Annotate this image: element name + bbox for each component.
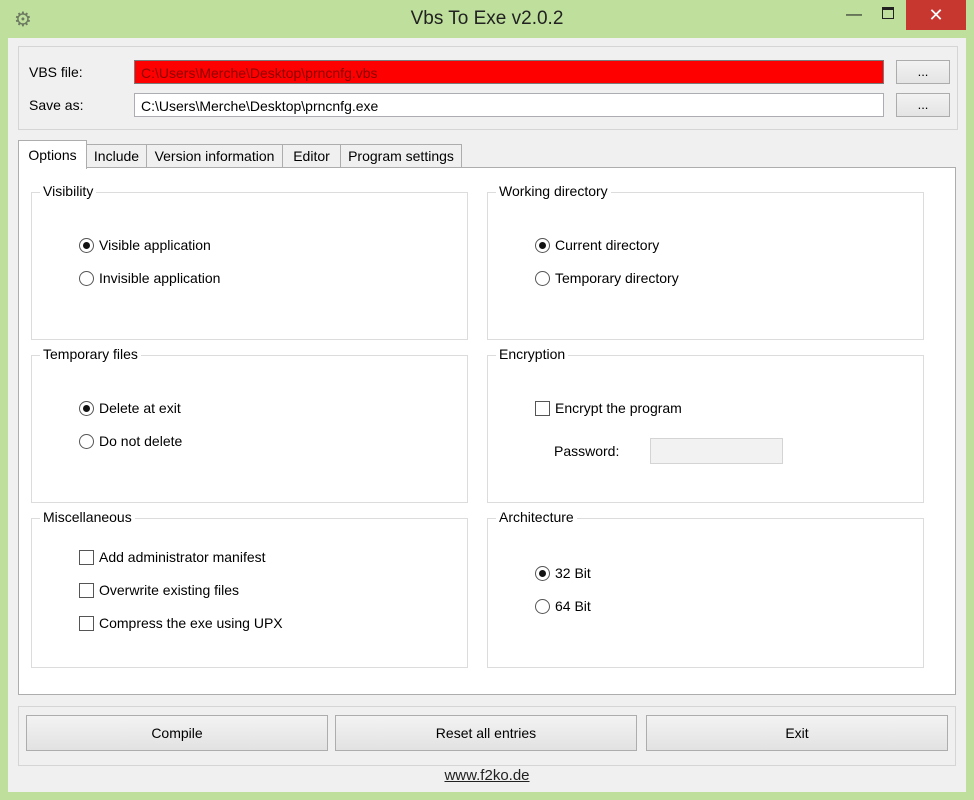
file-paths-panel: VBS file: C:\Users\Merche\Desktop\prncnf…: [18, 46, 958, 130]
password-input[interactable]: [650, 438, 783, 464]
group-title: Visibility: [40, 183, 97, 199]
radio-unselected[interactable]: [79, 434, 94, 449]
working-directory-group: Working directory Current directory Temp…: [487, 183, 924, 340]
group-title: Temporary files: [40, 346, 141, 362]
vbs-file-input[interactable]: C:\Users\Merche\Desktop\prncnfg.vbs: [134, 60, 884, 84]
minimize-button[interactable]: —: [836, 0, 872, 30]
tab-include[interactable]: Include: [86, 144, 147, 167]
tab-version-information[interactable]: Version information: [146, 144, 283, 167]
option-label: 64 Bit: [555, 598, 591, 614]
tab-options[interactable]: Options: [18, 140, 87, 169]
password-label: Password:: [554, 443, 620, 459]
vbs-file-label: VBS file:: [29, 64, 83, 80]
save-as-input[interactable]: C:\Users\Merche\Desktop\prncnfg.exe: [134, 93, 884, 117]
radio-unselected[interactable]: [79, 271, 94, 286]
group-title: Miscellaneous: [40, 509, 135, 525]
radio-selected[interactable]: [79, 401, 94, 416]
window-title: Vbs To Exe v2.0.2: [410, 8, 564, 29]
tab-editor[interactable]: Editor: [282, 144, 341, 167]
options-tab-panel: Visibility Visible application Invisible…: [18, 167, 956, 695]
browse-vbs-button[interactable]: ...: [896, 60, 950, 84]
exit-button[interactable]: Exit: [646, 715, 948, 751]
window-client-area: VBS file: C:\Users\Merche\Desktop\prncnf…: [8, 38, 966, 792]
option-label: Do not delete: [99, 433, 183, 449]
checkbox-unchecked[interactable]: [79, 583, 94, 598]
option-label: Compress the exe using UPX: [99, 615, 283, 631]
option-label: Visible application: [99, 237, 211, 253]
group-title: Encryption: [496, 346, 569, 362]
visibility-group: Visibility Visible application Invisible…: [31, 183, 468, 340]
maximize-icon: [882, 6, 894, 19]
close-button[interactable]: ✕: [906, 0, 966, 30]
architecture-group: Architecture 32 Bit 64 Bit: [487, 509, 924, 668]
radio-selected[interactable]: [535, 566, 550, 581]
compile-button[interactable]: Compile: [26, 715, 328, 751]
radio-selected[interactable]: [535, 238, 550, 253]
radio-unselected[interactable]: [535, 599, 550, 614]
group-title: Architecture: [496, 509, 577, 525]
group-title: Working directory: [496, 183, 611, 199]
action-bar: Compile Reset all entries Exit: [18, 706, 956, 766]
radio-selected[interactable]: [79, 238, 94, 253]
checkbox-unchecked[interactable]: [79, 550, 94, 565]
option-label: Overwrite existing files: [99, 582, 240, 598]
browse-save-button[interactable]: ...: [896, 93, 950, 117]
option-label: Add administrator manifest: [99, 549, 266, 565]
tab-program-settings[interactable]: Program settings: [340, 144, 462, 167]
option-label: Invisible application: [99, 270, 221, 286]
option-label: Temporary directory: [555, 270, 679, 286]
maximize-button[interactable]: [872, 0, 904, 30]
option-label: Encrypt the program: [555, 400, 682, 416]
encryption-group: Encryption Encrypt the program Password:: [487, 346, 924, 503]
checkbox-unchecked[interactable]: [535, 401, 550, 416]
reset-all-button[interactable]: Reset all entries: [335, 715, 637, 751]
miscellaneous-group: Miscellaneous Add administrator manifest…: [31, 509, 468, 668]
save-as-label: Save as:: [29, 97, 84, 113]
checkbox-unchecked[interactable]: [79, 616, 94, 631]
temporary-files-group: Temporary files Delete at exit Do not de…: [31, 346, 468, 503]
title-bar: ⚙ Vbs To Exe v2.0.2 — ✕: [0, 0, 974, 38]
option-label: Current directory: [555, 237, 660, 253]
option-label: Delete at exit: [99, 400, 181, 416]
option-label: 32 Bit: [555, 565, 591, 581]
radio-unselected[interactable]: [535, 271, 550, 286]
website-link[interactable]: www.f2ko.de: [8, 767, 966, 784]
